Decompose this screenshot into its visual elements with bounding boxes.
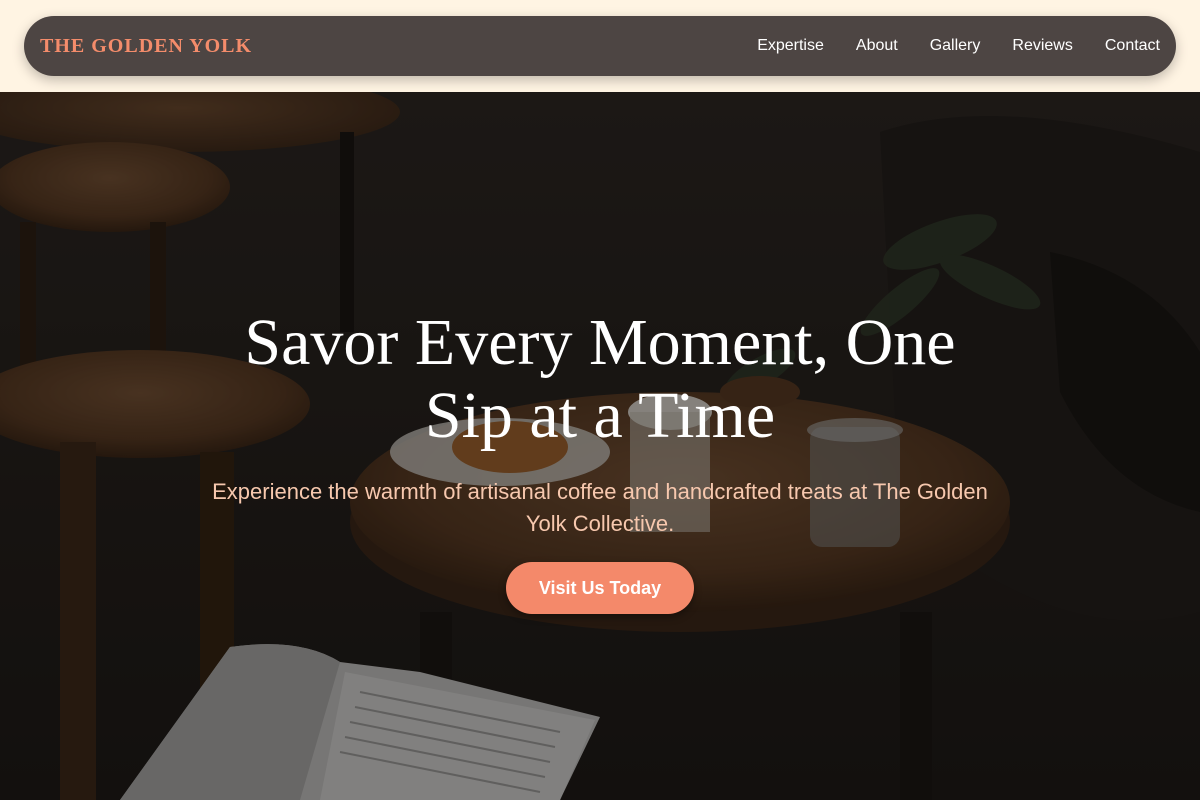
nav-link-gallery[interactable]: Gallery [930,37,981,55]
nav-links: Expertise About Gallery Reviews Contact [757,37,1160,55]
brand-logo[interactable]: THE GOLDEN YOLK [40,35,252,58]
hero-subtitle: Experience the warmth of artisanal coffe… [212,479,988,536]
navigation-bar: THE GOLDEN YOLK Expertise About Gallery … [24,16,1176,76]
hero-content: Savor Every Moment, One Sip at a Time Ex… [0,92,1200,800]
hero-headline: Savor Every Moment, One Sip at a Time [244,306,956,452]
top-bar: THE GOLDEN YOLK Expertise About Gallery … [0,0,1200,92]
nav-link-contact[interactable]: Contact [1105,37,1160,55]
nav-link-reviews[interactable]: Reviews [1012,37,1072,55]
visit-us-button[interactable]: Visit Us Today [506,562,694,614]
hero-section: Savor Every Moment, One Sip at a Time Ex… [0,92,1200,800]
nav-link-expertise[interactable]: Expertise [757,37,824,55]
nav-link-about[interactable]: About [856,37,898,55]
